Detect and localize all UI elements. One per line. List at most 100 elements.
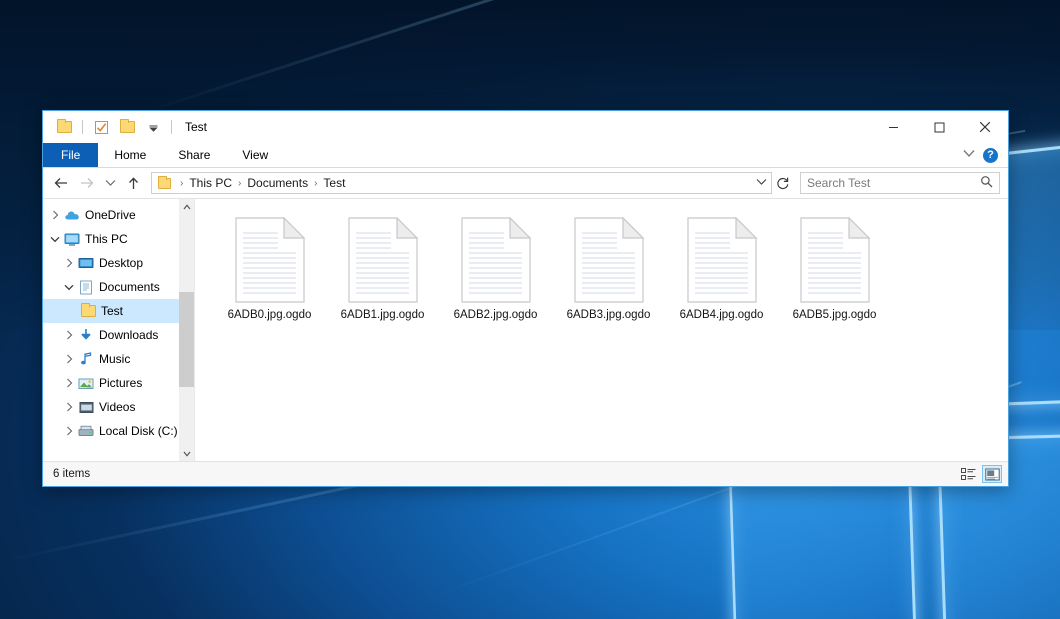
details-view-button[interactable] <box>958 465 978 483</box>
sidebar-item-downloads[interactable]: Downloads <box>43 323 194 347</box>
item-count-label: 6 items <box>53 468 90 480</box>
pictures-icon <box>77 377 95 390</box>
sidebar-item-desktop[interactable]: Desktop <box>43 251 194 275</box>
chevron-right-icon[interactable] <box>61 402 77 412</box>
tab-share[interactable]: Share <box>162 143 226 167</box>
chevron-down-icon[interactable] <box>47 236 63 243</box>
tab-file[interactable]: File <box>43 143 98 167</box>
file-item[interactable]: 6ADB3.jpg.ogdo <box>552 213 665 333</box>
sidebar-item-test[interactable]: Test <box>43 299 194 323</box>
desktop: Test File Home Share View <box>0 0 1060 619</box>
status-bar: 6 items <box>43 461 1008 486</box>
file-item[interactable]: 6ADB2.jpg.ogdo <box>439 213 552 333</box>
file-explorer-window: Test File Home Share View <box>42 110 1009 487</box>
new-folder-icon[interactable] <box>116 116 138 138</box>
breadcrumb-dropdown-icon[interactable] <box>756 178 767 189</box>
forward-button[interactable] <box>75 171 99 195</box>
file-item[interactable]: 6ADB4.jpg.ogdo <box>665 213 778 333</box>
search-input[interactable] <box>807 176 980 190</box>
file-item[interactable]: 6ADB1.jpg.ogdo <box>326 213 439 333</box>
scrollbar-thumb[interactable] <box>179 292 194 387</box>
breadcrumb[interactable]: › This PC › Documents › Test <box>151 172 772 194</box>
minimize-button[interactable] <box>870 111 916 143</box>
tab-view[interactable]: View <box>226 143 284 167</box>
sidebar-label: Documents <box>99 280 160 294</box>
breadcrumb-separator: › <box>311 178 320 189</box>
file-item[interactable]: 6ADB5.jpg.ogdo <box>778 213 891 333</box>
breadcrumb-folder-icon <box>158 178 171 189</box>
window-title: Test <box>185 120 207 134</box>
breadcrumb-item-documents[interactable]: Documents <box>244 176 311 190</box>
file-list-view[interactable]: 6ADB0.jpg.ogdo <box>195 199 1008 461</box>
breadcrumb-separator: › <box>235 178 244 189</box>
monitor-icon <box>63 233 81 246</box>
generic-document-icon <box>234 217 306 303</box>
ribbon-controls: ? <box>963 143 1008 167</box>
chevron-right-icon[interactable] <box>47 210 63 220</box>
back-button[interactable] <box>49 171 73 195</box>
recent-locations-icon[interactable] <box>101 171 119 195</box>
desktop-icon <box>77 257 95 270</box>
breadcrumb-separator: › <box>177 178 186 189</box>
sidebar-item-local-disk-c[interactable]: Local Disk (C:) <box>43 419 194 443</box>
sidebar-item-pictures[interactable]: Pictures <box>43 371 194 395</box>
file-name-label: 6ADB2.jpg.ogdo <box>454 309 538 321</box>
up-button[interactable] <box>121 171 145 195</box>
scroll-up-arrow-icon[interactable] <box>179 199 194 214</box>
breadcrumb-tail <box>750 178 767 189</box>
download-icon <box>77 328 95 342</box>
scrollbar-track[interactable] <box>179 214 194 446</box>
sidebar-label: Local Disk (C:) <box>99 424 178 438</box>
search-icon[interactable] <box>980 175 993 191</box>
generic-document-icon <box>573 217 645 303</box>
toolbar-divider <box>171 120 172 134</box>
large-icons-view-button[interactable] <box>982 465 1002 483</box>
music-icon <box>77 352 95 366</box>
folder-icon[interactable] <box>53 116 75 138</box>
file-item[interactable]: 6ADB0.jpg.ogdo <box>213 213 326 333</box>
file-name-label: 6ADB4.jpg.ogdo <box>680 309 764 321</box>
sidebar-item-onedrive[interactable]: OneDrive <box>43 203 194 227</box>
breadcrumb-item-test[interactable]: Test <box>320 176 348 190</box>
chevron-right-icon[interactable] <box>61 426 77 436</box>
scroll-down-arrow-icon[interactable] <box>179 446 194 461</box>
maximize-button[interactable] <box>916 111 962 143</box>
generic-document-icon <box>799 217 871 303</box>
chevron-right-icon[interactable] <box>61 330 77 340</box>
sidebar-label: OneDrive <box>85 208 136 222</box>
breadcrumb-item-this-pc[interactable]: This PC <box>186 176 235 190</box>
address-bar: › This PC › Documents › Test <box>43 168 1008 198</box>
quick-access-toolbar: Test <box>43 111 207 143</box>
refresh-icon[interactable] <box>774 171 792 195</box>
sidebar-label: This PC <box>85 232 128 246</box>
chevron-right-icon[interactable] <box>61 378 77 388</box>
sidebar-label: Music <box>99 352 130 366</box>
sidebar-item-documents[interactable]: Documents <box>43 275 194 299</box>
sidebar-scrollbar[interactable] <box>179 199 194 461</box>
generic-document-icon <box>686 217 758 303</box>
generic-document-icon <box>347 217 419 303</box>
search-box[interactable] <box>800 172 1000 194</box>
chevron-right-icon[interactable] <box>61 258 77 268</box>
tab-home[interactable]: Home <box>98 143 162 167</box>
sidebar-label: Pictures <box>99 376 142 390</box>
file-name-label: 6ADB0.jpg.ogdo <box>228 309 312 321</box>
close-button[interactable] <box>962 111 1008 143</box>
toolbar-divider <box>82 120 83 134</box>
disk-icon <box>77 425 95 437</box>
generic-document-icon <box>460 217 532 303</box>
folder-icon <box>79 305 97 317</box>
sidebar-item-videos[interactable]: Videos <box>43 395 194 419</box>
sidebar-label: Videos <box>99 400 135 414</box>
navigation-pane: OneDrive This PC <box>43 199 195 461</box>
chevron-down-icon[interactable] <box>963 149 975 161</box>
chevron-down-icon[interactable] <box>61 284 77 291</box>
properties-icon[interactable] <box>90 116 112 138</box>
sidebar-label: Desktop <box>99 256 143 270</box>
sidebar-item-this-pc[interactable]: This PC <box>43 227 194 251</box>
file-name-label: 6ADB1.jpg.ogdo <box>341 309 425 321</box>
chevron-right-icon[interactable] <box>61 354 77 364</box>
sidebar-item-music[interactable]: Music <box>43 347 194 371</box>
customize-dropdown-icon[interactable] <box>142 116 164 138</box>
help-icon[interactable]: ? <box>983 148 998 163</box>
